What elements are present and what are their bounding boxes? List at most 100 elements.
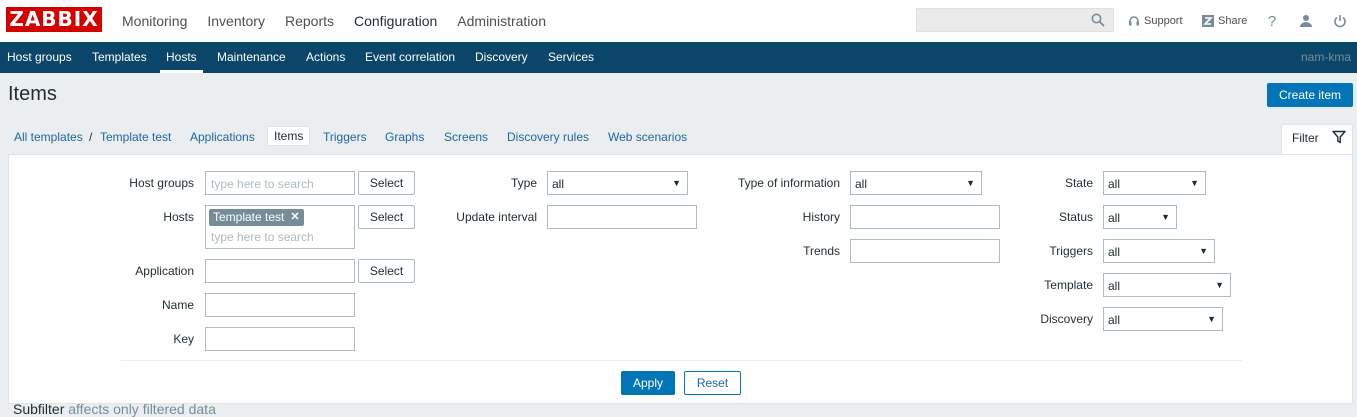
type-value: all: [552, 177, 565, 191]
key-field[interactable]: [205, 327, 355, 351]
update-interval-label: Update interval: [456, 210, 537, 224]
tab-triggers[interactable]: Triggers: [323, 130, 367, 144]
apply-button[interactable]: Apply: [621, 371, 675, 395]
remove-tag-icon[interactable]: ✕: [290, 209, 299, 226]
discovery-value: all: [1108, 313, 1121, 327]
filter-divider: [121, 360, 1242, 361]
subnav-discovery[interactable]: Discovery: [475, 42, 528, 73]
trends-label: Trends: [803, 244, 840, 258]
state-value: all: [1108, 177, 1121, 191]
username-label: nam-kma: [1300, 50, 1351, 64]
share-label: Share: [1218, 15, 1248, 27]
host-groups-label: Host groups: [129, 176, 194, 190]
key-label: Key: [173, 332, 194, 346]
application-label: Application: [135, 264, 194, 278]
history-field[interactable]: [850, 205, 1000, 229]
type-select[interactable]: all ▼: [547, 171, 688, 195]
page-title: Items: [8, 83, 57, 105]
chevron-down-icon: ▼: [1215, 280, 1224, 290]
share-z-icon: [1202, 15, 1214, 27]
menu-inventory[interactable]: Inventory: [197, 0, 275, 42]
sign-out-icon[interactable]: [1330, 11, 1350, 31]
tab-applications[interactable]: Applications: [190, 130, 255, 144]
status-select[interactable]: all ▼: [1103, 205, 1177, 229]
filter-panel: Host groups type here to search Select H…: [8, 154, 1353, 404]
status-label: Status: [1058, 210, 1093, 224]
breadcrumb-separator: /: [89, 130, 93, 144]
share-link[interactable]: Share: [1202, 0, 1247, 42]
host-tag-label: Template test: [213, 210, 285, 224]
template-label: Template: [1044, 278, 1093, 292]
tab-graphs[interactable]: Graphs: [385, 130, 424, 144]
type-of-information-select[interactable]: all ▼: [850, 171, 982, 195]
main-menu: Monitoring Inventory Reports Configurati…: [112, 0, 556, 42]
type-of-information-label: Type of information: [737, 176, 840, 190]
tab-discovery-rules[interactable]: Discovery rules: [507, 130, 589, 144]
host-tag: Template test ✕: [209, 209, 304, 226]
tab-items[interactable]: Items: [267, 126, 311, 146]
triggers-label: Triggers: [1049, 244, 1093, 258]
subnav-event-correlation[interactable]: Event correlation: [365, 42, 455, 73]
filter-icon: [1332, 130, 1346, 144]
subnav-hosts[interactable]: Hosts: [160, 42, 203, 73]
reset-button[interactable]: Reset: [684, 371, 741, 395]
support-link[interactable]: Support: [1128, 0, 1183, 42]
chevron-down-icon: ▼: [672, 178, 681, 188]
application-select-button[interactable]: Select: [358, 259, 415, 283]
tab-screens[interactable]: Screens: [444, 130, 488, 144]
discovery-label: Discovery: [1040, 312, 1093, 326]
hosts-select-button[interactable]: Select: [358, 205, 415, 229]
status-value: all: [1108, 211, 1121, 225]
subnav-actions[interactable]: Actions: [306, 42, 345, 73]
hosts-field[interactable]: Template test ✕ type here to search: [205, 205, 355, 249]
search-icon[interactable]: [1091, 13, 1105, 27]
host-groups-placeholder: type here to search: [211, 177, 314, 191]
subnav-maintenance[interactable]: Maintenance: [217, 42, 286, 73]
headset-icon: [1129, 16, 1139, 26]
triggers-select[interactable]: all ▼: [1103, 239, 1215, 263]
host-groups-select-button[interactable]: Select: [358, 171, 415, 195]
state-label: State: [1064, 176, 1093, 190]
filter-tab[interactable]: Filter: [1281, 124, 1353, 155]
breadcrumb-all-templates[interactable]: All templates: [14, 130, 83, 144]
breadcrumb: All templates / Template test Applicatio…: [0, 114, 1357, 158]
chevron-down-icon: ▼: [966, 178, 975, 188]
search-input[interactable]: [916, 8, 1114, 32]
hosts-label: Hosts: [163, 210, 194, 224]
sub-navigation: Host groups Templates Hosts Maintenance …: [0, 42, 1357, 73]
create-item-button[interactable]: Create item: [1267, 83, 1353, 107]
type-of-information-value: all: [855, 177, 868, 191]
subfilter-heading: Subfilter affects only filtered data: [13, 401, 216, 417]
help-icon[interactable]: ?: [1262, 11, 1282, 31]
zabbix-logo[interactable]: ZABBIX: [6, 7, 102, 32]
chevron-down-icon: ▼: [1161, 212, 1170, 222]
tab-web-scenarios[interactable]: Web scenarios: [608, 130, 687, 144]
menu-monitoring[interactable]: Monitoring: [112, 0, 197, 42]
discovery-select[interactable]: all ▼: [1103, 307, 1223, 331]
name-field[interactable]: [205, 293, 355, 317]
application-field[interactable]: [205, 259, 355, 283]
support-label: Support: [1144, 15, 1183, 27]
history-label: History: [802, 210, 840, 224]
subnav-services[interactable]: Services: [548, 42, 594, 73]
subnav-templates[interactable]: Templates: [92, 42, 147, 73]
breadcrumb-template[interactable]: Template test: [100, 130, 171, 144]
subfilter-title: Subfilter: [13, 401, 65, 417]
menu-reports[interactable]: Reports: [275, 0, 344, 42]
triggers-value: all: [1108, 245, 1121, 259]
chevron-down-icon: ▼: [1207, 314, 1216, 324]
menu-administration[interactable]: Administration: [447, 0, 556, 42]
hosts-placeholder: type here to search: [211, 230, 314, 244]
chevron-down-icon: ▼: [1199, 246, 1208, 256]
user-profile-icon[interactable]: [1296, 11, 1316, 31]
template-select[interactable]: all ▼: [1103, 273, 1231, 297]
filter-tab-label: Filter: [1292, 131, 1319, 145]
subnav-host-groups[interactable]: Host groups: [7, 42, 72, 73]
state-select[interactable]: all ▼: [1103, 171, 1206, 195]
update-interval-field[interactable]: [547, 205, 697, 229]
menu-configuration[interactable]: Configuration: [344, 0, 447, 42]
subfilter-note: affects only filtered data: [68, 401, 216, 417]
template-value: all: [1108, 279, 1121, 293]
host-groups-field[interactable]: type here to search: [205, 171, 355, 195]
trends-field[interactable]: [850, 239, 1000, 263]
